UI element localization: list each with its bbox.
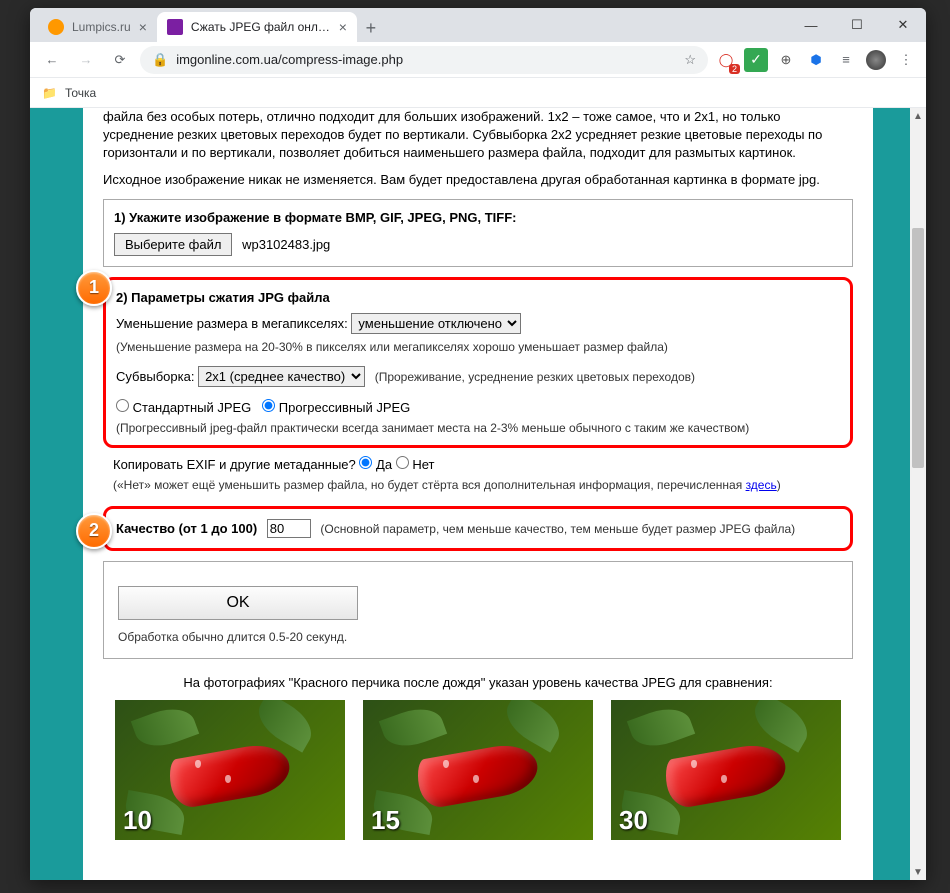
radio-progressive[interactable] [262,399,275,412]
radio-exif-yes[interactable] [359,456,372,469]
titlebar: Lumpics.ru × Сжать JPEG файл онлайн - IM… [30,8,926,42]
samples-section: На фотографиях "Красного перчика после д… [103,675,853,840]
megapixel-select[interactable]: уменьшение отключено [351,313,521,334]
sample-image: 30 [611,700,841,840]
favicon-icon [167,19,183,35]
callout-badge-1: 1 [76,270,112,306]
filename-text: wp3102483.jpg [242,237,330,252]
sample-row: 10 15 30 [103,700,853,840]
back-button[interactable]: ← [38,46,66,74]
megapixel-hint: (Уменьшение размера на 20-30% в пикселях… [116,340,840,354]
choose-file-button[interactable]: Выберите файл [114,233,232,256]
badge: 2 [729,64,740,74]
address-bar: ← → ⟳ 🔒 imgonline.com.ua/compress-image.… [30,42,926,78]
callout-badge-2: 2 [76,513,112,549]
subsample-select[interactable]: 2x1 (среднее качество) [198,366,365,387]
subsample-hint: (Прореживание, усреднение резких цветовы… [375,370,695,384]
step2-highlight: 1 2) Параметры сжатия JPG файла Уменьшен… [103,277,853,448]
folder-icon: 📁 [42,86,57,100]
lock-icon: 🔒 [152,52,168,68]
step1-box: 1) Укажите изображение в формате BMP, GI… [103,199,853,267]
samples-title: На фотографиях "Красного перчика после д… [103,675,853,690]
submit-box: OK Обработка обычно длится 0.5-20 секунд… [103,561,853,659]
megapixel-label: Уменьшение размера в мегапикселях: [116,316,348,331]
intro-text-1: файла без особых потерь, отлично подходи… [103,108,853,163]
extension-origin-icon[interactable]: ⊕ [774,48,798,72]
quality-input[interactable] [267,519,311,538]
jpeg-progressive-option[interactable]: Прогрессивный JPEG [262,400,410,415]
close-icon[interactable]: × [339,19,347,35]
favicon-icon [48,19,64,35]
extension-opera-icon[interactable]: ◯2 [714,48,738,72]
scroll-thumb[interactable] [912,228,924,468]
tab-title: Lumpics.ru [72,20,131,34]
jpeg-standard-option[interactable]: Стандартный JPEG [116,400,251,415]
step1-title: 1) Укажите изображение в формате BMP, GI… [114,210,842,225]
scrollbar[interactable]: ▲ ▼ [910,108,926,880]
close-button[interactable]: ✕ [880,8,926,42]
url-text: imgonline.com.ua/compress-image.php [176,52,403,67]
window-controls: — ☐ ✕ [788,8,926,42]
quality-label: Качество (от 1 до 100) [116,521,257,536]
subsample-label: Субвыборка: [116,369,194,384]
sample-label: 30 [619,805,648,836]
quality-highlight: 2 Качество (от 1 до 100) (Основной парам… [103,506,853,551]
star-icon[interactable]: ☆ [684,52,696,68]
intro-text-2: Исходное изображение никак не изменяется… [103,171,853,189]
exif-yes-option[interactable]: Да [359,457,392,472]
forward-button[interactable]: → [72,46,100,74]
bookmark-folder[interactable]: Точка [65,86,96,100]
browser-window: Lumpics.ru × Сжать JPEG файл онлайн - IM… [30,8,926,880]
extension-cube-icon[interactable]: ⬢ [804,48,828,72]
scroll-up-icon[interactable]: ▲ [910,108,926,124]
close-icon[interactable]: × [139,19,147,35]
menu-button[interactable]: ⋮ [894,48,918,72]
extension-check-icon[interactable]: ✓ [744,48,768,72]
reload-button[interactable]: ⟳ [106,46,134,74]
progressive-hint: (Прогрессивный jpeg-файл практически все… [116,421,840,435]
exif-hint: («Нет» может ещё уменьшить размер файла,… [113,478,843,492]
bookmarks-bar: 📁 Точка [30,78,926,108]
tab-title: Сжать JPEG файл онлайн - IMG [191,20,331,34]
tab-imgonline[interactable]: Сжать JPEG файл онлайн - IMG × [157,12,357,42]
minimize-button[interactable]: — [788,8,834,42]
processing-hint: Обработка обычно длится 0.5-20 секунд. [118,630,838,644]
sample-image: 15 [363,700,593,840]
exif-link[interactable]: здесь [746,478,777,492]
avatar-icon[interactable] [864,48,888,72]
step2-title: 2) Параметры сжатия JPG файла [116,290,840,305]
tab-lumpics[interactable]: Lumpics.ru × [38,12,157,42]
exif-no-option[interactable]: Нет [396,457,435,472]
maximize-button[interactable]: ☐ [834,8,880,42]
sample-label: 10 [123,805,152,836]
url-input[interactable]: 🔒 imgonline.com.ua/compress-image.php ☆ [140,46,708,74]
radio-exif-no[interactable] [396,456,409,469]
content-area: файла без особых потерь, отлично подходи… [30,108,926,880]
quality-hint: (Основной параметр, чем меньше качество,… [320,522,795,536]
extension-list-icon[interactable]: ≡ [834,48,858,72]
sample-image: 10 [115,700,345,840]
radio-standard[interactable] [116,399,129,412]
exif-label: Копировать EXIF и другие метаданные? [113,457,356,472]
page-content: файла без особых потерь, отлично подходи… [83,108,873,880]
scroll-down-icon[interactable]: ▼ [910,864,926,880]
ok-button[interactable]: OK [118,586,358,620]
sample-label: 15 [371,805,400,836]
new-tab-button[interactable]: + [357,14,385,42]
